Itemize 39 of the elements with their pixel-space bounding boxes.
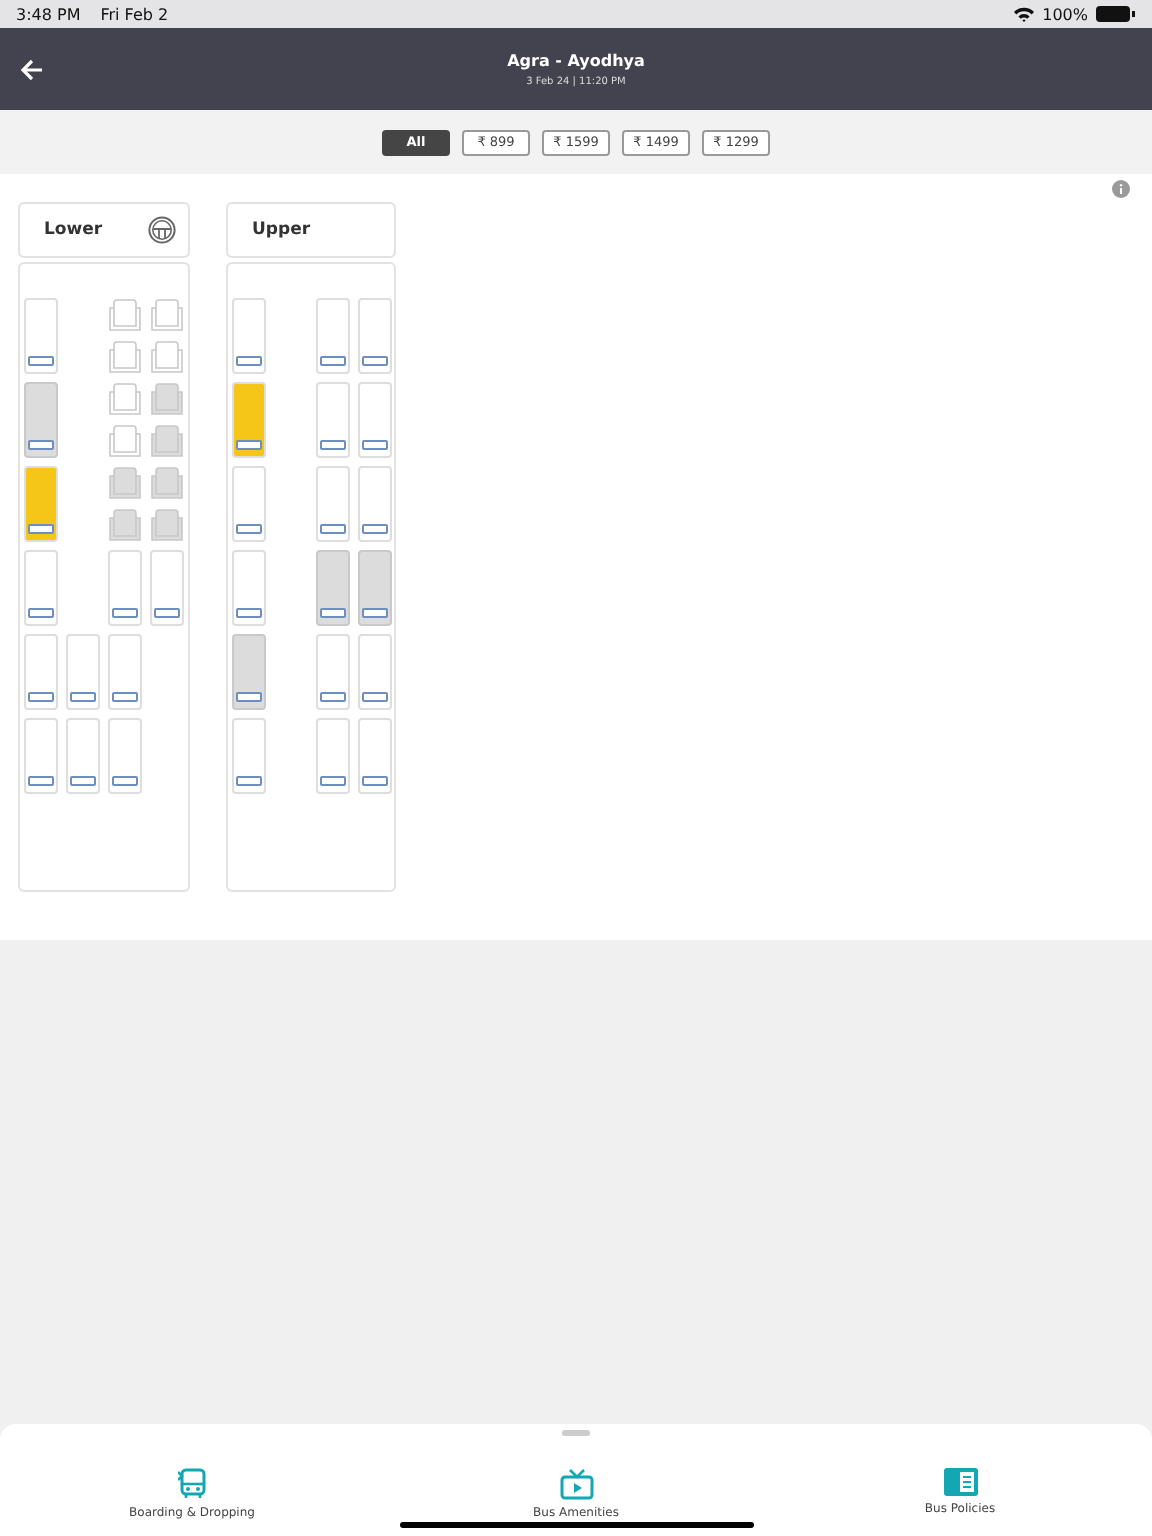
status-time: 3:48 PM: [16, 5, 81, 23]
steering-wheel-icon: [148, 216, 176, 244]
sleeper-berth[interactable]: [358, 634, 392, 710]
sleeper-berth[interactable]: [316, 718, 350, 794]
sleeper-berth[interactable]: [232, 298, 266, 374]
sleeper-berth[interactable]: [24, 550, 58, 626]
sleeper-berth[interactable]: [232, 550, 266, 626]
sleeper-berth[interactable]: [358, 382, 392, 458]
sleeper-berth[interactable]: [66, 718, 100, 794]
sleeper-berth[interactable]: [24, 298, 58, 374]
deck-label: Upper: [252, 220, 311, 240]
sleeper-berth[interactable]: [24, 466, 58, 542]
sleeper-berth[interactable]: [232, 382, 266, 458]
bus-icon: [178, 1468, 206, 1500]
battery-icon: [1096, 6, 1136, 22]
sleeper-berth[interactable]: [358, 298, 392, 374]
sleeper-berth[interactable]: [108, 550, 142, 626]
policy-book-icon: [943, 1468, 977, 1496]
sleeper-berth[interactable]: [108, 634, 142, 710]
sleeper-berth[interactable]: [150, 550, 184, 626]
sleeper-berth[interactable]: [316, 382, 350, 458]
sleeper-berth[interactable]: [232, 466, 266, 542]
route-title: Agra - Ayodhya: [505, 51, 647, 69]
status-date: Fri Feb 2: [100, 5, 169, 23]
sleeper-berth[interactable]: [24, 634, 58, 710]
sleeper-berth[interactable]: [66, 634, 100, 710]
battery-percent: 100%: [1042, 5, 1088, 23]
sleeper-berth[interactable]: [232, 718, 266, 794]
sleeper-berth[interactable]: [108, 718, 142, 794]
info-icon[interactable]: [1112, 180, 1130, 198]
deck-label: Lower: [44, 220, 103, 240]
sleeper-berth[interactable]: [316, 634, 350, 710]
sleeper-berth[interactable]: [24, 718, 58, 794]
tv-icon: [559, 1468, 593, 1500]
sleeper-berth[interactable]: [358, 466, 392, 542]
wifi-icon: [1014, 6, 1035, 22]
sleeper-berth[interactable]: [358, 718, 392, 794]
sleeper-berth[interactable]: [316, 466, 350, 542]
sleeper-berth[interactable]: [316, 298, 350, 374]
